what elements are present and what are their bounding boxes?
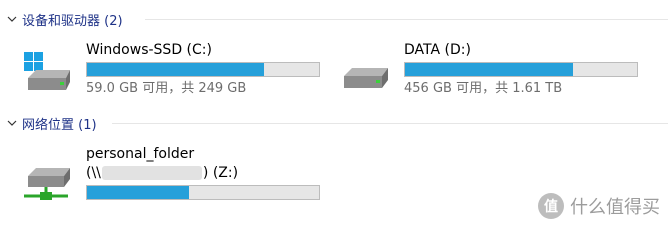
drive-space-info: 456 GB 可用，共 1.61 TB	[404, 81, 563, 96]
drive-usage-fill	[87, 186, 190, 199]
drive-usage-bar	[404, 62, 638, 77]
redacted-host	[101, 166, 202, 180]
file-explorer-this-pc: 设备和驱动器 (2) Windows-SSD (C:) 59.0 GB 可用，共…	[0, 0, 668, 227]
group-header-devices[interactable]: 设备和驱动器 (2)	[0, 8, 668, 30]
windows-drive-icon	[22, 50, 74, 94]
drive-tile-c[interactable]: Windows-SSD (C:) 59.0 GB 可用，共 249 GB	[22, 40, 332, 120]
chevron-down-icon[interactable]	[4, 115, 20, 131]
network-path-suffix: ) (Z:)	[202, 165, 239, 181]
network-location-tile[interactable]: personal_folder (\\ ) (Z:)	[22, 144, 332, 224]
drive-name: Windows-SSD (C:)	[86, 42, 212, 58]
drive-usage-bar	[86, 185, 320, 200]
network-location-name: personal_folder	[86, 146, 195, 162]
group-header-network[interactable]: 网络位置 (1)	[0, 112, 668, 134]
group-title-network: 网络位置 (1)	[22, 117, 97, 133]
network-drive-icon	[22, 158, 74, 202]
drive-space-info: 59.0 GB 可用，共 249 GB	[86, 81, 247, 96]
watermark-text: 什么值得买	[570, 197, 660, 218]
chevron-down-icon[interactable]	[4, 11, 20, 27]
group-title-devices: 设备和驱动器 (2)	[22, 13, 123, 29]
watermark-badge: 值	[538, 193, 564, 219]
drive-tile-d[interactable]: DATA (D:) 456 GB 可用，共 1.61 TB	[340, 40, 650, 120]
group-divider	[145, 19, 668, 20]
drive-usage-bar	[86, 62, 320, 77]
network-path: (\\ ) (Z:)	[86, 163, 238, 183]
group-divider	[112, 123, 668, 124]
drive-name: DATA (D:)	[404, 42, 471, 58]
watermark: 值 什么值得买	[538, 193, 660, 219]
drive-usage-fill	[87, 63, 265, 76]
drive-usage-fill	[405, 63, 573, 76]
hard-drive-icon	[340, 50, 392, 94]
network-path-prefix: (\\	[86, 165, 101, 181]
